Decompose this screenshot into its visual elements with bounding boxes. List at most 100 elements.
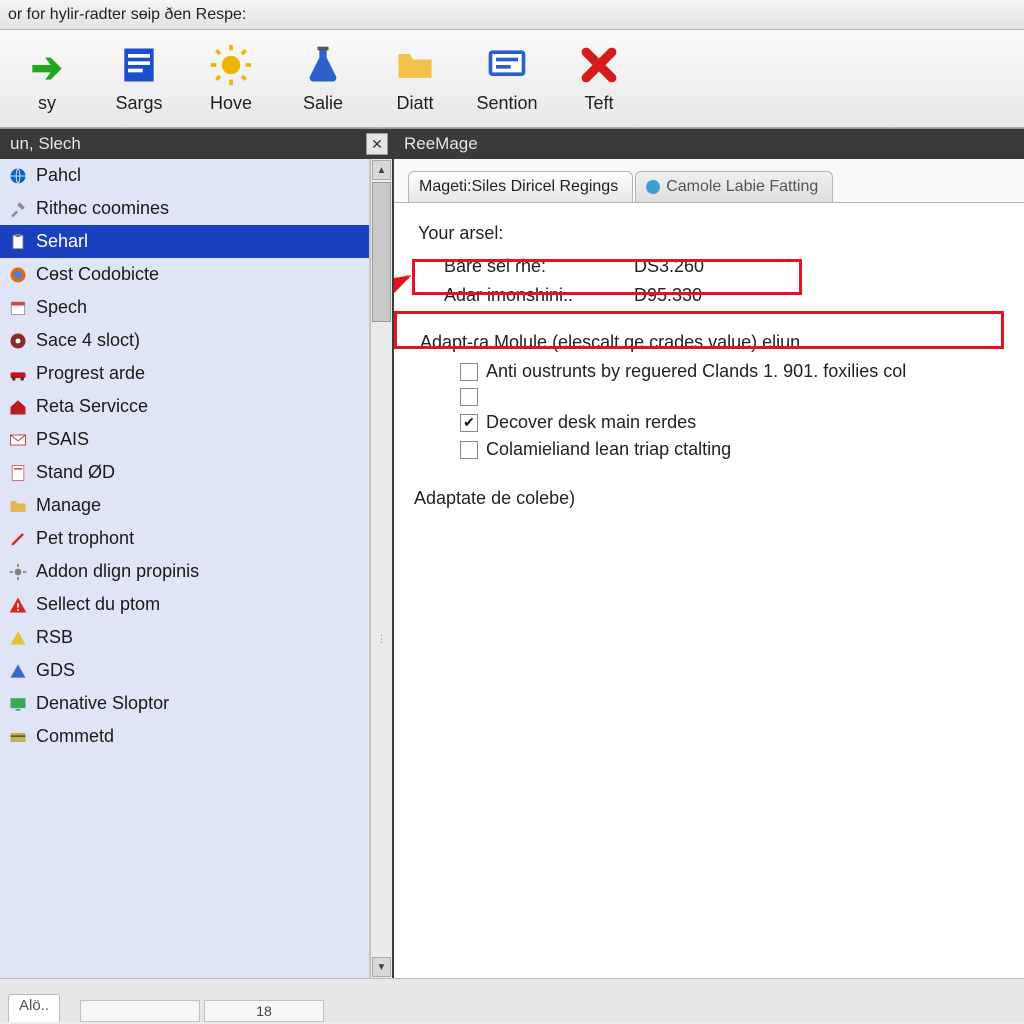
toolbar-label: Teft — [584, 93, 613, 114]
car-icon — [8, 364, 28, 384]
nav-item-label: PSAIS — [36, 429, 89, 450]
calendar-icon — [8, 298, 28, 318]
sub-heading: Adaptate de colebe) — [414, 488, 1004, 509]
nav-item-progrest-arde[interactable]: Progrest arde — [0, 357, 369, 390]
nav-item-label: GDS — [36, 660, 75, 681]
tri-b-icon — [8, 661, 28, 681]
flask-icon — [301, 43, 345, 87]
nav-item-gds[interactable]: GDS — [0, 654, 369, 687]
nav-item-c-st-codobicte[interactable]: Cɵst Codobicte — [0, 258, 369, 291]
check-row — [460, 388, 1004, 406]
tab-camole-labie-fatting[interactable]: Camole Labie Fatting — [635, 171, 833, 202]
display-icon — [8, 694, 28, 714]
scroll-down-arrow-icon[interactable]: ▼ — [372, 957, 391, 977]
nav-item-psais[interactable]: PSAIS — [0, 423, 369, 456]
toolbar-label: sy — [38, 93, 56, 114]
tools-icon — [8, 199, 28, 219]
close-panel-button[interactable]: ✕ — [366, 133, 388, 155]
nav-item-label: Cɵst Codobicte — [36, 264, 159, 285]
check-row: Colamieliand lean triap ctalting — [460, 439, 1004, 460]
nav-item-sace-4-sloct-[interactable]: Sace 4 sloct) — [0, 324, 369, 357]
firefox-icon — [8, 265, 28, 285]
toolbar-sention-button[interactable]: Sention — [464, 35, 550, 123]
nav-item-seharl[interactable]: Seharl — [0, 225, 369, 258]
nav-item-stand-d[interactable]: Stand ØD — [0, 456, 369, 489]
checkbox[interactable] — [460, 388, 478, 406]
folder-icon — [393, 43, 437, 87]
nav-item-addon-dlign-propinis[interactable]: Addon dlign propinis — [0, 555, 369, 588]
checkbox[interactable] — [460, 441, 478, 459]
kv-key: Adar imonshini.. — [444, 285, 634, 306]
kv-value: DS3.260 — [634, 256, 704, 277]
toolbar-label: Salie — [303, 93, 343, 114]
x-icon — [577, 43, 621, 87]
toolbar-label: Sention — [476, 93, 537, 114]
kv-key: Bare sel ɾhe: — [444, 256, 634, 277]
details-header: ReeMage — [394, 129, 1024, 159]
nav-item-spech[interactable]: Spech — [0, 291, 369, 324]
nav-item-label: Commetd — [36, 726, 114, 747]
nav-item-label: Seharl — [36, 231, 88, 252]
toolbar-salie-button[interactable]: Salie — [280, 35, 366, 123]
nav-item-label: Manage — [36, 495, 101, 516]
mail-icon — [8, 430, 28, 450]
details-tabs: Mageti:Siles Diricel Reɡings Camole Labie… — [394, 159, 1024, 202]
fieldset-label: Adapt-ɾa Molule (elescalt qe crades valu… — [414, 330, 1004, 355]
checkbox[interactable]: ✔ — [460, 414, 478, 432]
scroll-track[interactable] — [371, 653, 392, 957]
nav-item-label: Pahcl — [36, 165, 81, 186]
nav-item-label: Reta Servicce — [36, 396, 148, 417]
status-bar: Alö.. 18 — [0, 978, 1024, 1022]
toolbar-diatt-button[interactable]: Diatt — [372, 35, 458, 123]
nav-item-label: Sace 4 sloct) — [36, 330, 140, 351]
nav-item-pet-trophont[interactable]: Pet trophont — [0, 522, 369, 555]
device-icon — [485, 43, 529, 87]
navigator-body: Pahcl Rithɵc coomines Seharl Cɵst Codobi… — [0, 159, 392, 978]
check-label: Colamieliand lean triap ctalting — [486, 439, 731, 460]
check-row: ✔ Decover desk main rerdes — [460, 412, 1004, 433]
check-label: Decover desk main rerdes — [486, 412, 696, 433]
clipboard-icon — [8, 232, 28, 252]
tab-mageti-siles-diricel-re-ings[interactable]: Mageti:Siles Diricel Reɡings — [408, 171, 633, 202]
main-split: un, Slech ✕ Pahcl Rithɵc coomines Seharl… — [0, 128, 1024, 978]
navigator-tree[interactable]: Pahcl Rithɵc coomines Seharl Cɵst Codobi… — [0, 159, 370, 978]
check-label: Anti oustrunts by reɡuered Clands 1. 901… — [486, 361, 906, 382]
toolbar-hove-button[interactable]: Hove — [188, 35, 274, 123]
toolbar-sy-button[interactable]: sy — [4, 35, 90, 123]
kv-value: D95.330 — [634, 285, 702, 306]
nav-item-manage[interactable]: Manage — [0, 489, 369, 522]
vertical-scrollbar[interactable]: ▲ ⋮ ▼ — [370, 159, 392, 978]
toolbar-label: Diatt — [396, 93, 433, 114]
scroll-thumb[interactable] — [372, 182, 391, 322]
nav-item-rith-c-coomines[interactable]: Rithɵc coomines — [0, 192, 369, 225]
blue-doc-icon — [117, 43, 161, 87]
scroll-up-arrow-icon[interactable]: ▲ — [372, 160, 391, 180]
details-title: ReeMage — [404, 134, 478, 154]
scroll-track[interactable] — [371, 323, 392, 627]
navigator-panel: un, Slech ✕ Pahcl Rithɵc coomines Seharl… — [0, 129, 394, 978]
nav-item-sellect-du-ptom[interactable]: Sellect du ptom — [0, 588, 369, 621]
tab-label: Camole Labie Fatting — [666, 178, 818, 196]
tri-y-icon — [8, 628, 28, 648]
nav-item-commetd[interactable]: Commetd — [0, 720, 369, 753]
toolbar-teft-button[interactable]: Teft — [556, 35, 642, 123]
status-tab[interactable]: Alö.. — [8, 994, 60, 1022]
nav-item-denative-sloptor[interactable]: Denative Sloptor — [0, 687, 369, 720]
kv-row: Bare sel ɾhe: DS3.260 — [444, 252, 1004, 281]
nav-item-reta-servicce[interactable]: Reta Servicce — [0, 390, 369, 423]
nav-item-label: RSB — [36, 627, 73, 648]
nav-item-label: Spech — [36, 297, 87, 318]
nav-item-label: Denative Sloptor — [36, 693, 169, 714]
nav-item-label: Pet trophont — [36, 528, 134, 549]
checkbox-group: Anti oustrunts by reɡuered Clands 1. 901… — [460, 361, 1004, 460]
toolbar-sargs-button[interactable]: Sargs — [96, 35, 182, 123]
annotation-arrows-icon — [394, 203, 1024, 978]
kv-row: Adar imonshini.. D95.330 — [444, 281, 1004, 310]
details-panel: ReeMage Mageti:Siles Diricel Reɡings Camo… — [394, 129, 1024, 978]
window-title-bar: or for hylir-ɾadter sɵip ðen Respe: — [0, 0, 1024, 30]
navigator-title: un, Slech — [10, 134, 81, 154]
checkbox[interactable] — [460, 363, 478, 381]
disc-icon — [8, 331, 28, 351]
nav-item-pahcl[interactable]: Pahcl — [0, 159, 369, 192]
nav-item-rsb[interactable]: RSB — [0, 621, 369, 654]
